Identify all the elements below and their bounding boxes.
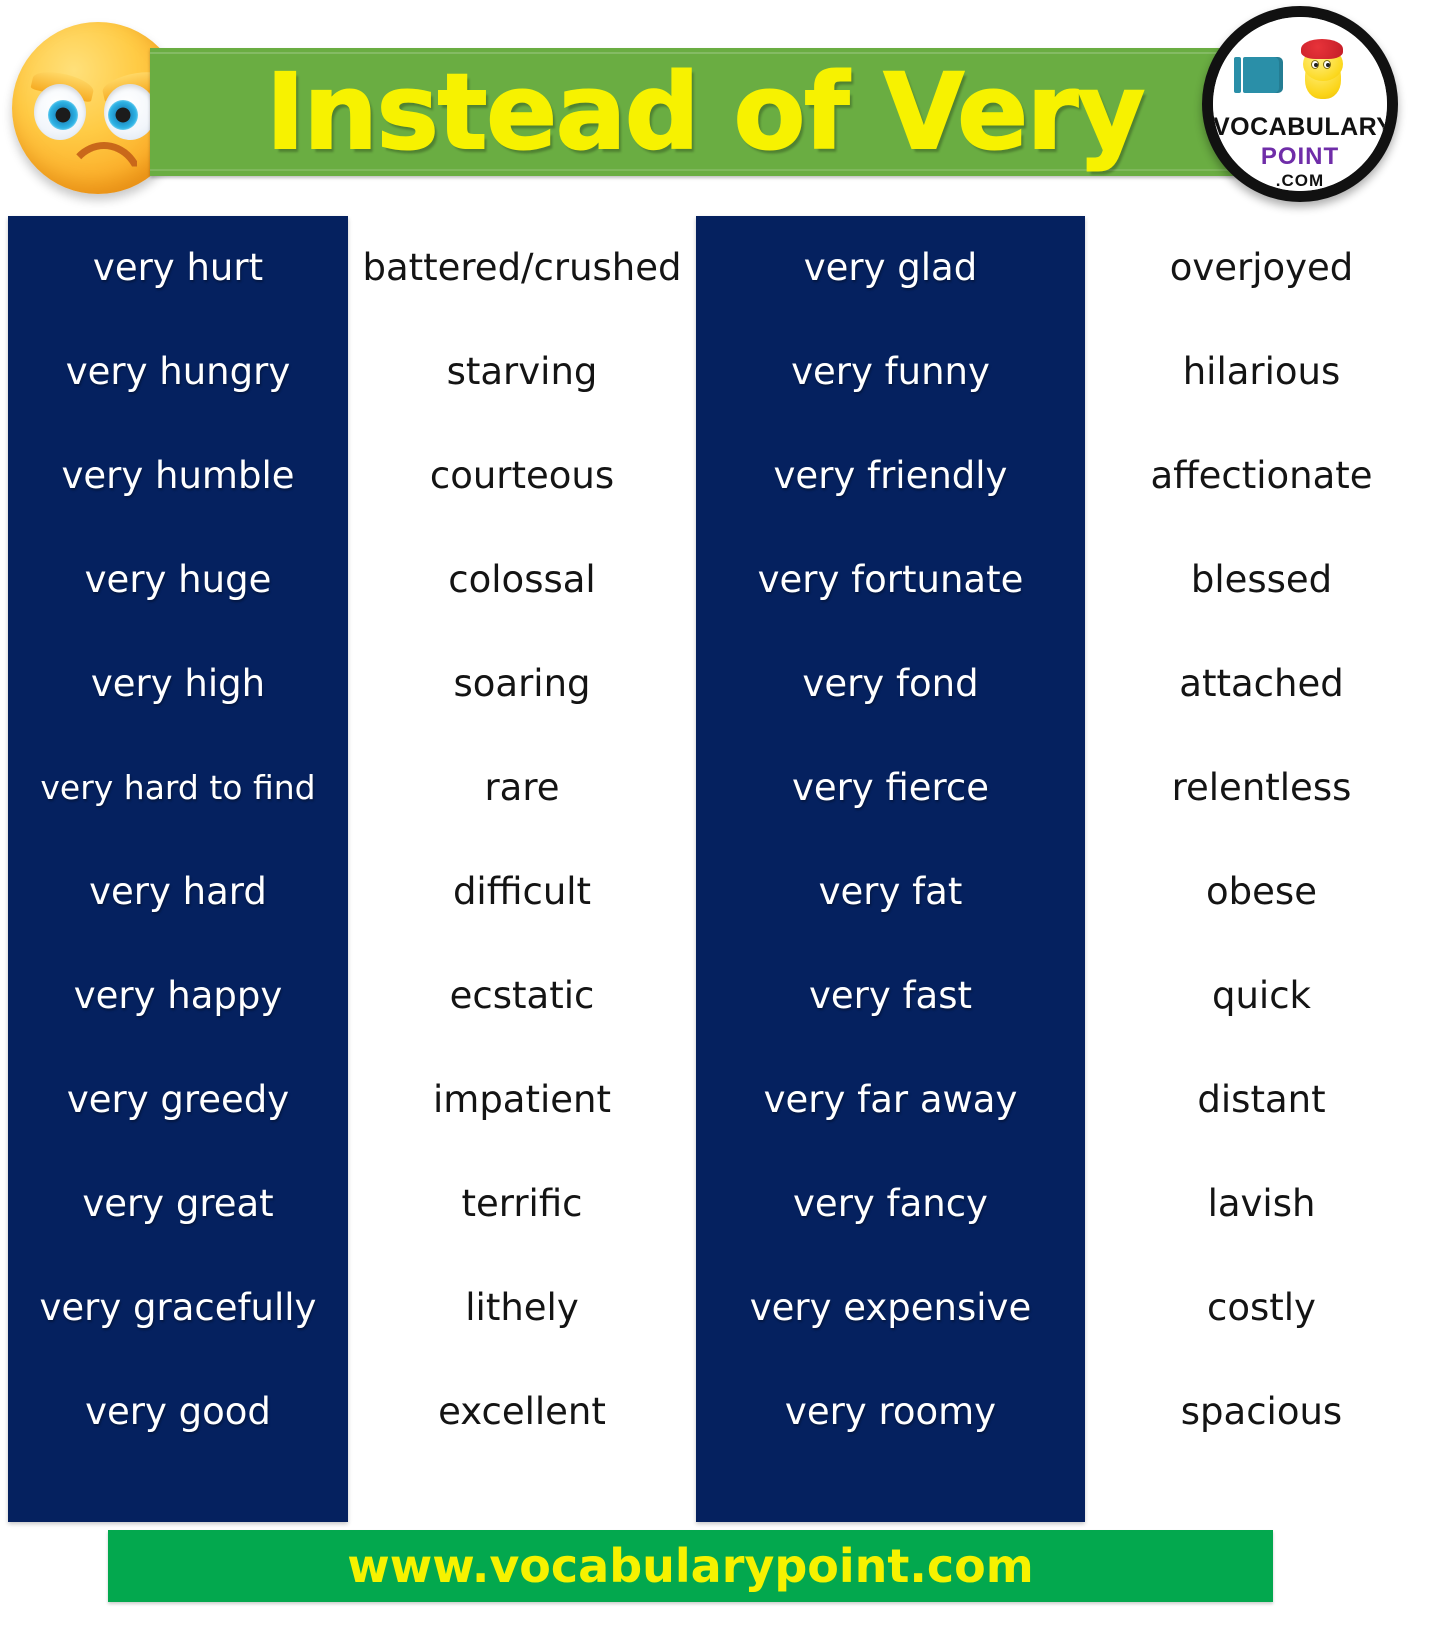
website-url[interactable]: www.vocabularypoint.com	[108, 1530, 1273, 1602]
chick-eye-left	[1311, 60, 1319, 69]
cell-instead-right: distant	[1197, 1078, 1326, 1121]
cell-very-left: very hurt	[92, 246, 264, 289]
logo-line-2: POINT	[1260, 143, 1340, 170]
cell-very-left: very great	[82, 1182, 274, 1225]
cell-very-left: very humble	[61, 454, 295, 497]
column-instead-left: battered/crushed starving courteous colossa…	[352, 216, 692, 1522]
cell-very-right: very roomy	[784, 1390, 997, 1433]
cell-very-left: very greedy	[66, 1078, 290, 1121]
logo-line-3: .COM	[1275, 171, 1325, 190]
emoji-iris-left	[48, 100, 78, 130]
cell-instead-left: colossal	[448, 558, 596, 601]
chick-eye-right	[1323, 60, 1331, 69]
cell-instead-left: terrific	[461, 1182, 583, 1225]
cell-instead-right: quick	[1212, 974, 1311, 1017]
cell-instead-left: starving	[446, 350, 598, 393]
cell-very-right: very fancy	[793, 1182, 988, 1225]
cell-instead-left: excellent	[438, 1390, 606, 1433]
cell-very-right: very expensive	[749, 1286, 1032, 1329]
cell-instead-right: affectionate	[1150, 454, 1373, 497]
cell-instead-right: blessed	[1190, 558, 1333, 601]
logo-inner: VOCABULARY POINT .COM	[1213, 17, 1387, 191]
cell-instead-left: ecstatic	[449, 974, 595, 1017]
footer: www.vocabularypoint.com	[108, 1530, 1273, 1602]
cell-instead-left: impatient	[433, 1078, 611, 1121]
cell-very-left: very high	[90, 662, 266, 705]
emoji-iris-right	[108, 100, 138, 130]
cell-very-right: very funny	[791, 350, 990, 393]
cell-instead-right: relentless	[1171, 766, 1352, 809]
book-icon	[1234, 57, 1283, 93]
cell-instead-left: difficult	[452, 870, 592, 913]
cell-very-right: very fortunate	[757, 558, 1024, 601]
cell-very-left: very hungry	[65, 350, 291, 393]
cell-instead-left: courteous	[429, 454, 615, 497]
cell-very-right: very fast	[808, 974, 972, 1017]
column-instead-right: overjoyed hilarious affectionate blessed att…	[1089, 216, 1434, 1522]
cell-instead-right: hilarious	[1182, 350, 1341, 393]
cell-very-left: very gracefully	[39, 1286, 317, 1329]
cell-instead-left: rare	[484, 766, 560, 809]
cell-very-right: very fond	[802, 662, 979, 705]
cell-very-right: very glad	[803, 246, 978, 289]
cell-instead-right: costly	[1207, 1286, 1316, 1329]
logo-line-1: VOCABULARY	[1213, 113, 1387, 141]
cell-instead-left: battered/crushed	[362, 246, 682, 289]
cell-very-left: very hard	[89, 870, 267, 913]
cell-instead-right: obese	[1206, 870, 1317, 913]
cell-instead-left: lithely	[465, 1286, 579, 1329]
chick-with-cap-icon	[1299, 39, 1345, 101]
cell-very-left: very hard to find	[40, 768, 316, 807]
cell-very-left: very good	[85, 1390, 271, 1433]
cell-instead-right: spacious	[1180, 1390, 1343, 1433]
cell-very-right: very friendly	[773, 454, 1008, 497]
cell-instead-right: attached	[1179, 662, 1344, 705]
chick-cap	[1301, 39, 1343, 59]
cell-very-right: very fierce	[791, 766, 990, 809]
page-title: Instead of Very	[265, 50, 1146, 174]
cell-very-right: very far away	[763, 1078, 1018, 1121]
cell-instead-left: soaring	[453, 662, 591, 705]
cell-very-right: very fat	[818, 870, 963, 913]
cell-very-left: very huge	[84, 558, 272, 601]
vocabulary-point-logo: VOCABULARY POINT .COM	[1202, 6, 1398, 202]
cell-instead-right: lavish	[1207, 1182, 1316, 1225]
cell-instead-right: overjoyed	[1169, 246, 1354, 289]
header: Instead of Very VOCABULARY POINT .COM	[0, 0, 1440, 205]
column-very-right: very glad very funny very friendly very for…	[696, 216, 1085, 1522]
cell-very-left: very happy	[73, 974, 283, 1017]
vocabulary-table: very hurt very hungry very humble very huge…	[0, 216, 1440, 1522]
column-very-left: very hurt very hungry very humble very huge…	[8, 216, 348, 1522]
